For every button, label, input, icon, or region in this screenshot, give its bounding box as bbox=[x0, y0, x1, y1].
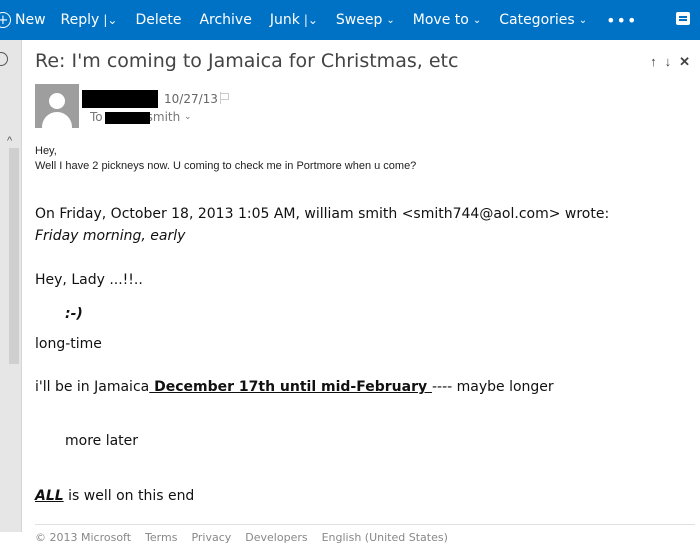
quote-date-range: December 17th until mid-February bbox=[149, 379, 432, 395]
quote-emphasis: ALL bbox=[35, 488, 64, 504]
quote-line: more later bbox=[65, 433, 139, 449]
plus-icon: + bbox=[0, 12, 11, 28]
scrollbar-thumb[interactable] bbox=[9, 148, 19, 364]
sweep-button[interactable]: Sweep ⌄ bbox=[327, 0, 404, 40]
previous-message-icon[interactable]: ↑ bbox=[650, 54, 657, 70]
message-date: 10/27/13 bbox=[164, 92, 218, 106]
reply-body: Hey, Well I have 2 pickneys now. U comin… bbox=[35, 144, 416, 174]
next-message-icon[interactable]: ↓ bbox=[665, 54, 672, 70]
chevron-down-icon: ⌄ bbox=[472, 14, 482, 26]
junk-button[interactable]: Junk |⌄ bbox=[261, 0, 327, 40]
reply-line: Hey, bbox=[35, 145, 57, 157]
quote-text: ---- maybe longer bbox=[431, 379, 554, 395]
quote-line: Friday morning, early bbox=[35, 228, 186, 244]
privacy-link[interactable]: Privacy bbox=[191, 531, 231, 544]
new-button[interactable]: + New bbox=[0, 12, 52, 28]
chevron-down-icon: ⌄ bbox=[578, 14, 588, 26]
reply-dropdown-icon[interactable]: |⌄ bbox=[103, 13, 117, 27]
message-list-edge: ^ bbox=[0, 40, 22, 532]
categories-label: Categories bbox=[499, 12, 575, 28]
quote-emoticon: :-) bbox=[65, 306, 83, 322]
quote-line: ALL is well on this end bbox=[35, 488, 194, 504]
language-link[interactable]: English (United States) bbox=[322, 531, 448, 544]
archive-button[interactable]: Archive bbox=[190, 0, 260, 40]
quote-text: i'll be in Jamaica bbox=[35, 379, 150, 395]
command-bar: + New Reply |⌄ Delete Archive Junk |⌄ Sw… bbox=[0, 0, 700, 40]
message-subject: Re: I'm coming to Jamaica for Christmas,… bbox=[35, 50, 459, 72]
categories-button[interactable]: Categories ⌄ bbox=[490, 0, 596, 40]
recipient-name-suffix: smith bbox=[146, 110, 181, 124]
copyright: © 2013 Microsoft bbox=[35, 531, 132, 544]
sweep-label: Sweep bbox=[335, 12, 383, 28]
close-icon[interactable]: ✕ bbox=[679, 54, 690, 70]
chevron-down-icon: ⌄ bbox=[386, 14, 395, 26]
redacted-recipient bbox=[105, 112, 150, 124]
search-icon[interactable] bbox=[0, 52, 8, 66]
quote-line: Hey, Lady ...!!.. bbox=[35, 272, 143, 288]
more-actions-button[interactable]: ••• bbox=[596, 11, 647, 30]
move-to-button[interactable]: Move to ⌄ bbox=[404, 0, 490, 40]
junk-dropdown-icon[interactable]: |⌄ bbox=[304, 13, 318, 27]
chat-icon[interactable] bbox=[676, 12, 690, 25]
quote-text: is well on this end bbox=[63, 488, 195, 504]
new-label: New bbox=[15, 12, 46, 28]
move-to-label: Move to bbox=[412, 12, 469, 28]
terms-link[interactable]: Terms bbox=[145, 531, 177, 544]
expand-recipients-icon[interactable]: ⌄ bbox=[184, 111, 192, 122]
reading-pane: Re: I'm coming to Jamaica for Christmas,… bbox=[22, 40, 700, 544]
sender-avatar bbox=[35, 84, 79, 128]
reply-button[interactable]: Reply |⌄ bbox=[52, 0, 127, 40]
developers-link[interactable]: Developers bbox=[245, 531, 307, 544]
page-footer: © 2013 Microsoft Terms Privacy Developer… bbox=[35, 524, 695, 544]
scroll-up-icon[interactable]: ^ bbox=[7, 135, 12, 147]
quote-line: i'll be in Jamaica December 17th until m… bbox=[35, 379, 554, 395]
quote-line: long-time bbox=[35, 336, 102, 352]
junk-label: Junk bbox=[269, 12, 300, 28]
archive-label: Archive bbox=[199, 12, 252, 28]
flag-icon[interactable] bbox=[220, 92, 230, 104]
delete-button[interactable]: Delete bbox=[126, 0, 190, 40]
quote-header: On Friday, October 18, 2013 1:05 AM, wil… bbox=[35, 206, 610, 222]
delete-label: Delete bbox=[135, 12, 182, 28]
message-nav: ↑ ↓ ✕ bbox=[650, 54, 690, 70]
to-prefix: To bbox=[90, 110, 103, 124]
reply-label: Reply bbox=[60, 12, 100, 28]
reply-line: Well I have 2 pickneys now. U coming to … bbox=[35, 160, 417, 172]
redacted-sender-name bbox=[82, 90, 158, 108]
